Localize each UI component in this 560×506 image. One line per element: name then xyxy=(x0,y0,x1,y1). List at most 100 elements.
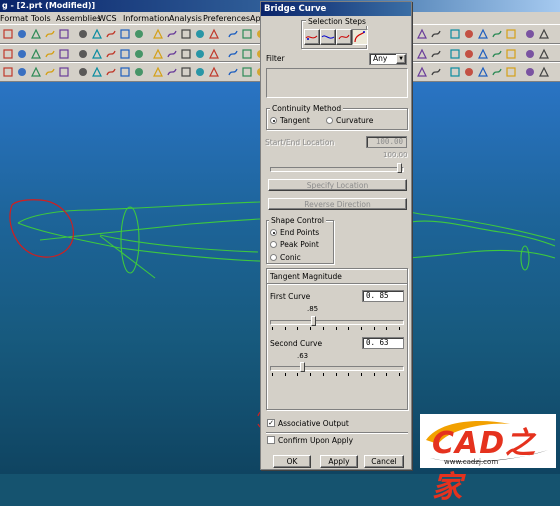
toolbar-tool-icon[interactable] xyxy=(241,28,253,40)
toolbar-tool-icon[interactable] xyxy=(16,28,28,40)
toolbar-tool-icon[interactable] xyxy=(30,28,42,40)
toolbar-tool-icon[interactable] xyxy=(227,66,239,78)
menu-wcs[interactable]: WCS xyxy=(98,14,117,23)
toolbar-tool-icon[interactable] xyxy=(416,48,428,60)
first-curve-field[interactable]: 0. 85 xyxy=(362,290,404,302)
toolbar-tool-icon[interactable] xyxy=(241,48,253,60)
toolbar-tool-icon[interactable] xyxy=(44,28,56,40)
radio-peak-point[interactable] xyxy=(270,241,277,248)
toolbar-tool-icon[interactable] xyxy=(133,28,145,40)
toolbar-tool-icon[interactable] xyxy=(133,66,145,78)
toolbar-tool-icon[interactable] xyxy=(58,28,70,40)
toolbar-tool-icon[interactable] xyxy=(152,28,164,40)
step-third-curve-button[interactable] xyxy=(336,29,352,45)
reverse-direction-button[interactable]: Reverse Direction xyxy=(268,198,407,210)
toolbar-tool-icon[interactable] xyxy=(166,66,178,78)
toolbar-tool-icon[interactable] xyxy=(105,66,117,78)
toolbar-tool-icon[interactable] xyxy=(16,48,28,60)
step-bridge-button[interactable] xyxy=(352,29,368,45)
filter-select[interactable]: Any ▼ xyxy=(369,53,407,65)
toolbar-tool-icon[interactable] xyxy=(449,28,461,40)
toolbar-tool-icon[interactable] xyxy=(77,28,89,40)
toolbar-tool-icon[interactable] xyxy=(463,48,475,60)
toolbar-tool-icon[interactable] xyxy=(194,28,206,40)
toolbar-tool-icon[interactable] xyxy=(44,66,56,78)
menu-information[interactable]: Information xyxy=(123,14,169,23)
step-second-curve-button[interactable] xyxy=(320,29,336,45)
toolbar-tool-icon[interactable] xyxy=(2,48,14,60)
toolbar-tool-icon[interactable] xyxy=(491,28,503,40)
toolbar-tool-icon[interactable] xyxy=(491,48,503,60)
radio-tangent[interactable] xyxy=(270,117,277,124)
toolbar-tool-icon[interactable] xyxy=(91,66,103,78)
associative-output-checkbox[interactable]: ✓ xyxy=(267,419,275,427)
toolbar-tool-icon[interactable] xyxy=(119,28,131,40)
toolbar-tool-icon[interactable] xyxy=(180,28,192,40)
toolbar-tool-icon[interactable] xyxy=(208,48,220,60)
toolbar-tool-icon[interactable] xyxy=(524,48,536,60)
toolbar-tool-icon[interactable] xyxy=(524,28,536,40)
toolbar-tool-icon[interactable] xyxy=(194,66,206,78)
toolbar-tool-icon[interactable] xyxy=(227,28,239,40)
toolbar-tool-icon[interactable] xyxy=(208,66,220,78)
toolbar-tool-icon[interactable] xyxy=(505,28,517,40)
toolbar-tool-icon[interactable] xyxy=(180,66,192,78)
toolbar-tool-icon[interactable] xyxy=(505,66,517,78)
cancel-button[interactable]: Cancel xyxy=(364,455,404,468)
toolbar-tool-icon[interactable] xyxy=(208,28,220,40)
toolbar-tool-icon[interactable] xyxy=(30,48,42,60)
toolbar-tool-icon[interactable] xyxy=(166,28,178,40)
second-curve-slider-thumb[interactable] xyxy=(300,362,306,372)
first-curve-slider-thumb[interactable] xyxy=(310,316,316,326)
toolbar-tool-icon[interactable] xyxy=(16,66,28,78)
toolbar-tool-icon[interactable] xyxy=(449,66,461,78)
second-curve-field[interactable]: 0. 63 xyxy=(362,337,404,349)
chevron-down-icon[interactable]: ▼ xyxy=(396,54,406,64)
apply-button[interactable]: Apply xyxy=(320,455,358,468)
toolbar-tool-icon[interactable] xyxy=(430,28,442,40)
menu-preferences[interactable]: Preferences xyxy=(203,14,250,23)
toolbar-tool-icon[interactable] xyxy=(77,66,89,78)
toolbar-tool-icon[interactable] xyxy=(58,66,70,78)
radio-curvature[interactable] xyxy=(326,117,333,124)
radio-conic[interactable] xyxy=(270,254,277,261)
confirm-upon-apply-checkbox[interactable] xyxy=(267,436,275,444)
menu-application[interactable]: Ap xyxy=(250,14,261,23)
menu-format[interactable]: Format xyxy=(0,14,28,23)
start-end-location-field[interactable]: 100.00 xyxy=(366,136,407,148)
toolbar-tool-icon[interactable] xyxy=(505,48,517,60)
step-first-curve-button[interactable] xyxy=(304,29,320,45)
toolbar-tool-icon[interactable] xyxy=(119,48,131,60)
toolbar-tool-icon[interactable] xyxy=(449,48,461,60)
toolbar-tool-icon[interactable] xyxy=(2,66,14,78)
toolbar-tool-icon[interactable] xyxy=(477,66,489,78)
toolbar-tool-icon[interactable] xyxy=(119,66,131,78)
menu-assemblies[interactable]: Assemblies xyxy=(56,14,101,23)
toolbar-tool-icon[interactable] xyxy=(538,66,550,78)
toolbar-tool-icon[interactable] xyxy=(91,28,103,40)
toolbar-tool-icon[interactable] xyxy=(30,66,42,78)
start-end-slider-thumb[interactable] xyxy=(397,163,402,173)
toolbar-tool-icon[interactable] xyxy=(430,48,442,60)
toolbar-tool-icon[interactable] xyxy=(538,48,550,60)
toolbar-tool-icon[interactable] xyxy=(152,66,164,78)
toolbar-tool-icon[interactable] xyxy=(58,48,70,60)
toolbar-tool-icon[interactable] xyxy=(152,48,164,60)
toolbar-tool-icon[interactable] xyxy=(44,48,56,60)
toolbar-tool-icon[interactable] xyxy=(166,48,178,60)
radio-end-points[interactable] xyxy=(270,229,277,236)
ok-button[interactable]: OK xyxy=(273,455,311,468)
toolbar-tool-icon[interactable] xyxy=(416,28,428,40)
menu-analysis[interactable]: Analysis xyxy=(169,14,202,23)
toolbar-tool-icon[interactable] xyxy=(105,28,117,40)
toolbar-tool-icon[interactable] xyxy=(91,48,103,60)
toolbar-tool-icon[interactable] xyxy=(133,48,145,60)
toolbar-tool-icon[interactable] xyxy=(430,66,442,78)
menu-tools[interactable]: Tools xyxy=(31,14,51,23)
toolbar-tool-icon[interactable] xyxy=(2,28,14,40)
toolbar-tool-icon[interactable] xyxy=(463,28,475,40)
specify-location-button[interactable]: Specify Location xyxy=(268,179,407,191)
toolbar-tool-icon[interactable] xyxy=(416,66,428,78)
toolbar-tool-icon[interactable] xyxy=(524,66,536,78)
toolbar-tool-icon[interactable] xyxy=(180,48,192,60)
